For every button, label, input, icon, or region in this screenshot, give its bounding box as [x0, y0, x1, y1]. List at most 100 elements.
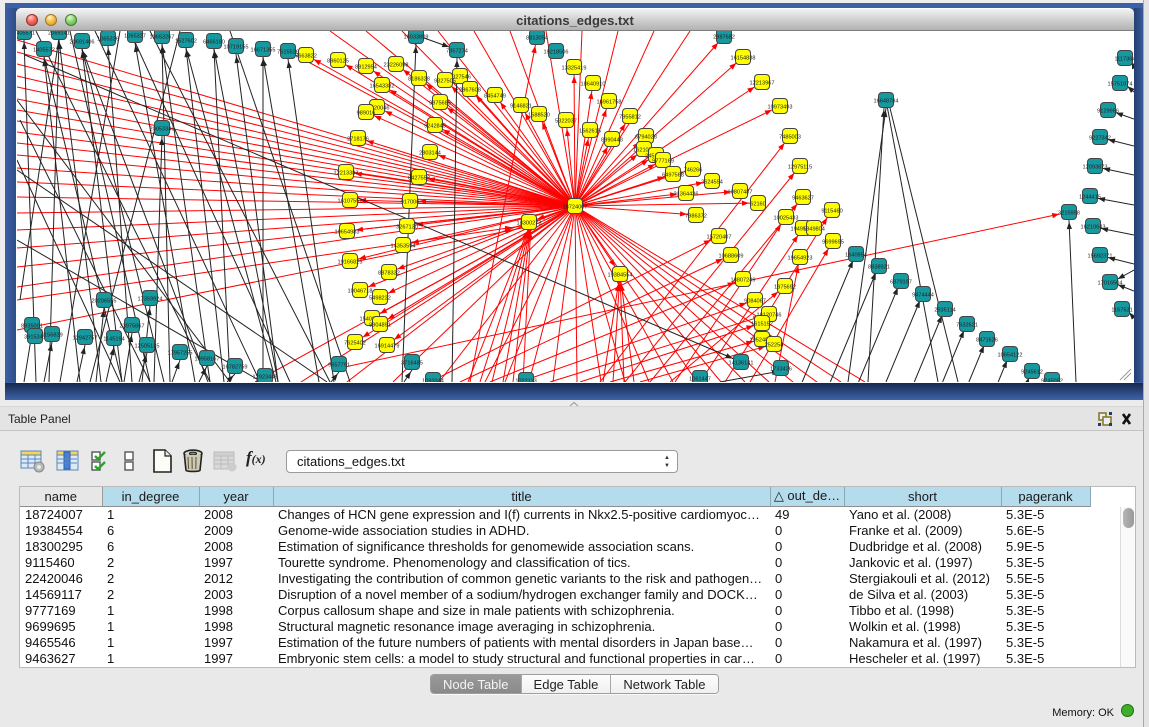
- svg-text:2935114: 2935114: [934, 308, 955, 314]
- svg-text:8904891: 8904891: [369, 323, 391, 329]
- svg-text:12505135: 12505135: [135, 344, 160, 350]
- svg-text:20691406: 20691406: [70, 40, 95, 46]
- svg-text:12923448: 12923448: [253, 375, 278, 381]
- svg-text:1167531: 1167531: [1111, 308, 1132, 314]
- svg-text:6466160: 6466160: [203, 40, 225, 46]
- svg-text:16210643: 16210643: [1081, 225, 1106, 231]
- svg-text:16671355: 16671355: [251, 48, 276, 54]
- svg-text:1562615: 1562615: [579, 129, 601, 135]
- svg-text:8912954: 8912954: [355, 65, 377, 71]
- svg-text:9474444: 9474444: [912, 293, 934, 299]
- svg-text:9245612: 9245612: [1021, 370, 1043, 376]
- svg-text:15720407: 15720407: [707, 235, 732, 241]
- svg-text:1244415: 1244415: [1079, 195, 1101, 201]
- svg-text:16961758: 16961758: [597, 100, 622, 106]
- svg-text:1117364: 1117364: [1115, 57, 1134, 63]
- svg-text:9242845: 9242845: [424, 124, 446, 130]
- svg-text:9129966: 9129966: [1097, 109, 1119, 115]
- svg-text:6794028: 6794028: [635, 135, 657, 141]
- svg-text:1405572: 1405572: [33, 48, 55, 54]
- svg-text:14353594: 14353594: [391, 244, 416, 250]
- svg-text:16154838: 16154838: [731, 56, 756, 62]
- svg-text:18640910: 18640910: [581, 82, 606, 88]
- svg-text:16914479: 16914479: [375, 344, 400, 350]
- svg-text:21364436: 21364436: [674, 192, 699, 198]
- svg-text:2718176: 2718176: [347, 137, 369, 143]
- svg-text:9115460: 9115460: [821, 209, 842, 215]
- svg-text:10688609: 10688609: [719, 254, 744, 260]
- svg-text:9245052: 9245052: [1041, 379, 1063, 383]
- svg-text:9463627: 9463627: [792, 196, 814, 202]
- svg-text:19166825: 19166825: [338, 260, 363, 266]
- svg-text:19654983: 19654983: [335, 230, 360, 236]
- svg-text:9327505: 9327505: [434, 79, 456, 85]
- svg-text:1640954: 1640954: [845, 253, 867, 259]
- svg-text:5322037: 5322037: [555, 119, 577, 125]
- svg-text:1588520: 1588520: [528, 113, 550, 119]
- svg-text:20206555: 20206555: [92, 299, 117, 305]
- svg-text:12093873: 12093873: [1083, 165, 1108, 171]
- svg-text:1156829: 1156829: [41, 333, 62, 339]
- svg-text:917006: 917006: [401, 200, 420, 206]
- svg-text:7625402: 7625402: [344, 341, 366, 347]
- svg-text:14136141: 14136141: [729, 361, 754, 367]
- svg-text:10025433: 10025433: [774, 216, 799, 222]
- svg-text:7955812: 7955812: [619, 115, 641, 121]
- svg-text:17359924: 17359924: [138, 297, 163, 303]
- svg-text:12942757: 12942757: [73, 336, 98, 342]
- svg-text:18300273: 18300273: [517, 221, 542, 227]
- svg-text:1065327: 1065327: [124, 34, 146, 40]
- svg-text:10654122: 10654122: [998, 353, 1023, 359]
- svg-text:15692371: 15692371: [1088, 254, 1113, 260]
- svg-text:15751074: 15751074: [1108, 82, 1133, 88]
- svg-text:12213383: 12213383: [334, 171, 359, 177]
- svg-text:10973493: 10973493: [768, 105, 793, 111]
- svg-text:7357274: 7357274: [446, 49, 468, 55]
- svg-text:8454749: 8454749: [484, 94, 506, 100]
- svg-text:12975115: 12975115: [788, 165, 812, 171]
- svg-text:10046718: 10046718: [348, 289, 373, 295]
- svg-text:17957255: 17957255: [168, 351, 193, 357]
- svg-text:7485003: 7485003: [779, 135, 801, 141]
- svg-text:23226058: 23226058: [384, 63, 409, 69]
- svg-text:1093344: 1093344: [422, 379, 444, 383]
- svg-text:2803144: 2803144: [419, 151, 441, 157]
- svg-text:3716485: 3716485: [401, 361, 423, 367]
- svg-text:7663822: 7663822: [295, 54, 317, 60]
- svg-text:2867608: 2867608: [459, 88, 481, 94]
- svg-text:19958167: 19958167: [195, 357, 220, 363]
- svg-text:8471626: 8471626: [976, 338, 998, 344]
- svg-text:10653267: 10653267: [150, 35, 175, 41]
- svg-text:16107552: 16107552: [338, 199, 363, 205]
- svg-text:9657791: 9657791: [328, 363, 350, 369]
- svg-text:3267130: 3267130: [396, 225, 418, 231]
- svg-text:7632621: 7632621: [956, 323, 978, 329]
- svg-text:8990448: 8990448: [601, 138, 623, 144]
- svg-text:2887682: 2887682: [713, 35, 735, 41]
- svg-text:1733426: 1733426: [770, 367, 792, 373]
- svg-text:18807249: 18807249: [731, 278, 756, 284]
- svg-text:1022113: 1022113: [515, 379, 536, 383]
- svg-text:1527602: 1527602: [175, 39, 197, 45]
- svg-text:1065326: 1065326: [97, 37, 119, 43]
- svg-text:16543382: 16543382: [370, 84, 395, 90]
- svg-text:16648784: 16648784: [874, 99, 899, 105]
- svg-text:1975692: 1975692: [774, 285, 796, 291]
- svg-text:8813054: 8813054: [526, 36, 548, 42]
- svg-text:3624554: 3624554: [701, 180, 723, 186]
- svg-text:3215958: 3215958: [1058, 211, 1080, 217]
- svg-text:9777169: 9777169: [652, 159, 674, 165]
- svg-text:12213967: 12213967: [750, 81, 775, 87]
- svg-text:9146821: 9146821: [510, 104, 532, 110]
- svg-text:10719155: 10719155: [224, 45, 249, 51]
- svg-text:252254: 252254: [765, 343, 784, 349]
- svg-text:9875685: 9875685: [429, 101, 451, 107]
- svg-text:20053346: 20053346: [150, 127, 175, 133]
- svg-text:2069141: 2069141: [48, 31, 70, 37]
- svg-text:19384554: 19384554: [608, 273, 633, 279]
- svg-text:9699695: 9699695: [822, 240, 844, 246]
- svg-text:1405571: 1405571: [17, 31, 35, 37]
- svg-text:19218506: 19218506: [544, 50, 569, 56]
- svg-text:8878332: 8878332: [378, 271, 400, 277]
- svg-text:6379197: 6379197: [890, 280, 912, 286]
